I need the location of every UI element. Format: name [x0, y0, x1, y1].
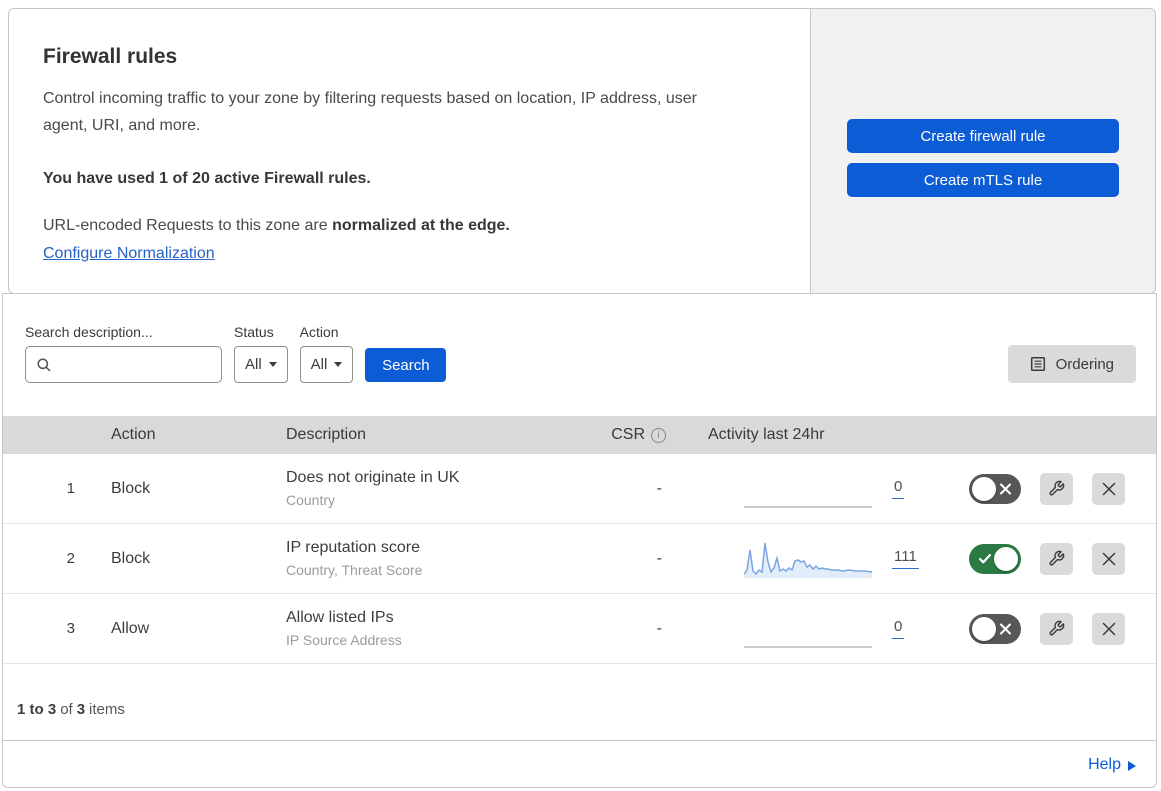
rule-action: Block: [111, 479, 151, 497]
help-bar: Help: [3, 740, 1156, 787]
rule-number: 3: [66, 620, 75, 637]
wrench-icon: [1049, 620, 1065, 636]
help-link[interactable]: Help: [1088, 756, 1136, 774]
table-row: 2 Block IP reputation score Country, Thr…: [3, 524, 1156, 594]
rule-enabled-toggle[interactable]: [969, 543, 1021, 574]
edit-rule-button[interactable]: [1040, 472, 1073, 505]
filter-bar: Search description... Status All Action …: [3, 294, 1156, 416]
pagination-items: items: [89, 700, 125, 718]
delete-rule-button[interactable]: [1092, 612, 1125, 645]
activity-sparkline: [744, 610, 872, 648]
rule-criteria: Country, Threat Score: [286, 562, 423, 578]
search-icon: [37, 357, 51, 372]
create-firewall-rule-button[interactable]: Create firewall rule: [847, 119, 1119, 153]
header-actions-panel: Create firewall rule Create mTLS rule: [811, 9, 1155, 293]
rule-criteria: Country: [286, 492, 336, 508]
rule-action: Block: [111, 549, 151, 567]
ordering-label: Ordering: [1055, 355, 1114, 373]
pagination-range: 1 to 3: [17, 700, 57, 718]
chevron-down-icon: [268, 362, 277, 367]
action-dropdown[interactable]: All: [299, 346, 354, 383]
status-value: All: [245, 356, 262, 373]
table-row: 1 Block Does not originate in UK Country…: [3, 454, 1156, 524]
firewall-rules-list-card: Search description... Status All Action …: [2, 293, 1157, 788]
arrow-right-icon: [1128, 760, 1136, 771]
rule-csr-value: -: [656, 479, 662, 497]
rule-description: Allow listed IPs: [286, 609, 394, 626]
activity-sparkline: [744, 540, 872, 578]
check-icon: [979, 553, 991, 563]
x-icon: [1000, 483, 1011, 494]
edit-rule-button[interactable]: [1040, 542, 1073, 575]
info-icon[interactable]: i: [651, 427, 666, 443]
rule-description: Does not originate in UK: [286, 469, 460, 486]
activity-count-link[interactable]: 111: [892, 548, 919, 569]
column-csr: CSR i: [554, 426, 674, 444]
close-icon: [1102, 482, 1115, 495]
rule-number: 1: [66, 480, 75, 497]
csr-label: CSR: [611, 426, 645, 443]
search-button[interactable]: Search: [365, 348, 447, 382]
wrench-icon: [1049, 480, 1065, 496]
search-input[interactable]: [25, 346, 222, 383]
close-icon: [1102, 552, 1115, 565]
ordering-icon: [1030, 356, 1045, 372]
pagination-total: 3: [76, 700, 86, 718]
rule-csr-value: -: [656, 619, 662, 637]
column-action: Action: [111, 426, 156, 443]
activity-count-link[interactable]: 0: [892, 478, 905, 499]
action-label: Action: [299, 324, 339, 340]
rule-enabled-toggle[interactable]: [969, 613, 1021, 644]
wrench-icon: [1049, 550, 1065, 566]
pagination-summary: 1 to 3 of 3 items: [3, 664, 1156, 740]
activity-sparkline: [744, 470, 872, 508]
normalization-bold: normalized at the edge.: [332, 217, 510, 234]
usage-note: You have used 1 of 20 active Firewall ru…: [43, 170, 371, 187]
create-mtls-rule-button[interactable]: Create mTLS rule: [847, 163, 1119, 197]
firewall-rules-header-card: Firewall rules Control incoming traffic …: [8, 8, 1156, 294]
delete-rule-button[interactable]: [1092, 472, 1125, 505]
rule-enabled-toggle[interactable]: [969, 473, 1021, 504]
toggle-knob: [994, 546, 1018, 571]
pagination-of: of: [60, 700, 73, 718]
configure-normalization-link[interactable]: Configure Normalization: [43, 245, 215, 263]
page-description: Control incoming traffic to your zone by…: [43, 90, 697, 134]
action-value: All: [310, 356, 328, 373]
page-title: Firewall rules: [43, 45, 178, 68]
toggle-knob: [972, 476, 996, 501]
rule-action: Allow: [111, 619, 150, 637]
rule-number: 2: [66, 550, 75, 567]
normalization-note: URL-encoded Requests to this zone are no…: [43, 217, 770, 235]
activity-count-link[interactable]: 0: [892, 618, 905, 639]
table-row: 3 Allow Allow listed IPs IP Source Addre…: [3, 594, 1156, 664]
ordering-button[interactable]: Ordering: [1007, 345, 1136, 383]
normalization-prefix: URL-encoded Requests to this zone are: [43, 217, 333, 234]
search-label: Search description...: [25, 324, 153, 340]
close-icon: [1102, 622, 1115, 635]
header-content: Firewall rules Control incoming traffic …: [9, 9, 811, 293]
column-description: Description: [286, 426, 367, 443]
column-activity: Activity last 24hr: [708, 426, 825, 443]
toggle-knob: [972, 616, 996, 641]
help-label: Help: [1088, 756, 1121, 773]
edit-rule-button[interactable]: [1040, 612, 1073, 645]
rule-criteria: IP Source Address: [286, 632, 402, 648]
x-icon: [1000, 623, 1011, 634]
table-header: Action Description CSR i Activity last 2…: [3, 416, 1156, 454]
chevron-down-icon: [334, 362, 343, 367]
rule-csr-value: -: [656, 549, 662, 567]
delete-rule-button[interactable]: [1092, 542, 1125, 575]
status-dropdown[interactable]: All: [234, 346, 288, 383]
status-label: Status: [234, 324, 274, 340]
rule-description: IP reputation score: [286, 539, 421, 556]
